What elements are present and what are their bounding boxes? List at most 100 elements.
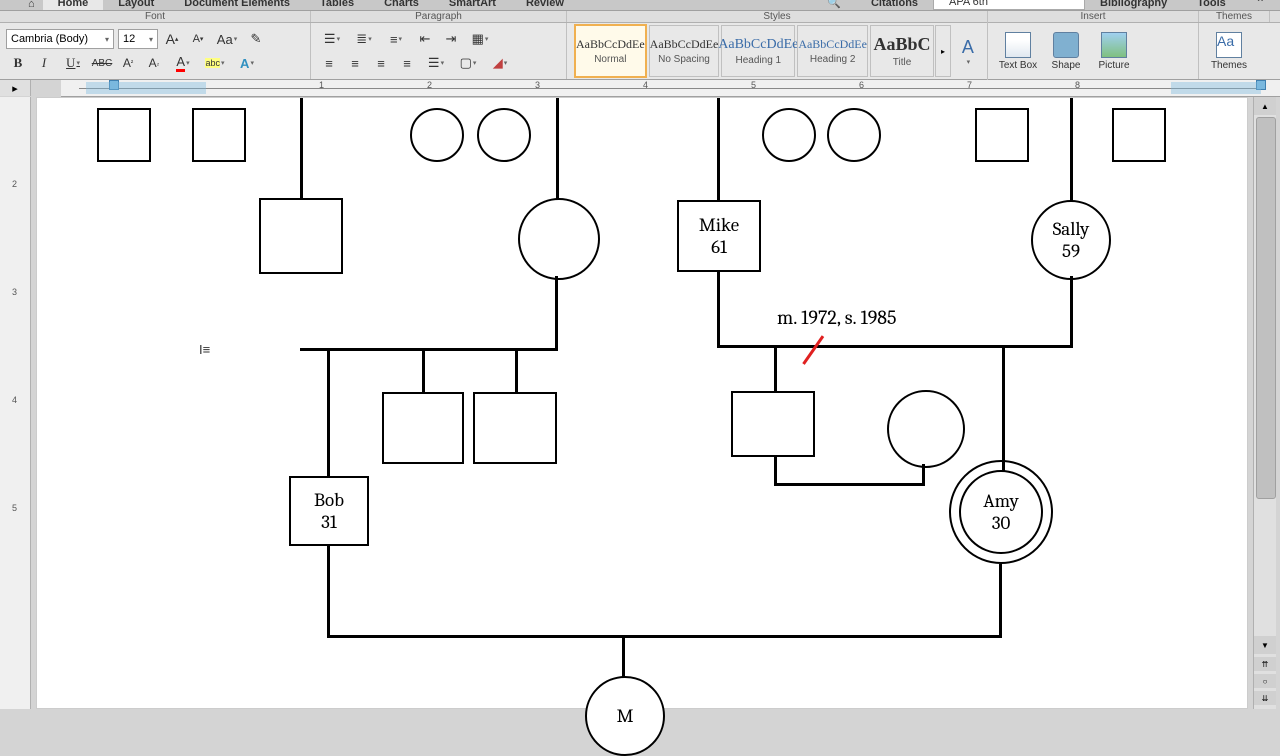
justify-button[interactable]: ≡ (395, 52, 419, 74)
browse-object-button[interactable]: ○ (1254, 674, 1276, 688)
female-circle[interactable] (410, 108, 464, 162)
female-circle[interactable] (887, 390, 965, 468)
tab-document-elements[interactable]: Document Elements (169, 0, 305, 10)
change-case-button[interactable]: Aa▾ (212, 28, 242, 50)
male-box[interactable] (259, 198, 343, 274)
numbering-button[interactable]: ≣▾ (349, 28, 379, 50)
scroll-up-button[interactable]: ▲ (1254, 97, 1276, 115)
mike-name: Mike (699, 214, 739, 236)
strikethrough-button[interactable]: ABC (90, 52, 114, 74)
vertical-scrollbar[interactable]: ▲ ▼ ⇈ ○ ⇊ (1253, 97, 1276, 709)
ruler-mark: 2 (427, 80, 432, 90)
line-spacing-button[interactable]: ☰▾ (421, 52, 451, 74)
styles-pane-button[interactable]: A▾ (955, 25, 981, 77)
ribbon-group-paragraph: ☰▾ ≣▾ ≡▾ ⇤ ⇥ ▦▾ ≡ ≡ ≡ ≡ ☰▾ ▢▾ ◢▾ (311, 23, 567, 79)
male-box[interactable] (192, 108, 246, 162)
shrink-font-button[interactable]: A▾ (186, 28, 210, 50)
female-circle[interactable] (827, 108, 881, 162)
italic-button[interactable]: I (32, 52, 56, 74)
increase-indent-button[interactable]: ⇥ (439, 28, 463, 50)
insert-picture-button[interactable]: Picture (1090, 25, 1138, 77)
align-right-button[interactable]: ≡ (369, 52, 393, 74)
sally-circle[interactable]: Sally 59 (1031, 200, 1111, 280)
ruler-toggle-button[interactable]: ▸ (0, 80, 31, 96)
borders-button[interactable]: ▢▾ (453, 52, 483, 74)
m-circle[interactable]: M (585, 676, 665, 756)
font-name-select[interactable]: Cambria (Body) (6, 29, 114, 49)
align-center-button[interactable]: ≡ (343, 52, 367, 74)
bob-name: Bob (314, 489, 344, 511)
tab-charts[interactable]: Charts (369, 0, 434, 10)
underline-button[interactable]: U▾ (58, 52, 88, 74)
subscript-button[interactable]: A₂ (142, 52, 166, 74)
decrease-indent-button[interactable]: ⇤ (413, 28, 437, 50)
shape-icon (1053, 32, 1079, 58)
grow-font-button[interactable]: A▴ (160, 28, 184, 50)
themes-icon: Aa (1216, 32, 1242, 58)
tab-review[interactable]: Review (511, 0, 579, 10)
scroll-down-button[interactable]: ▼ (1254, 636, 1276, 654)
tab-citations[interactable]: Citations (856, 0, 933, 10)
ruler-mark: 8 (1075, 80, 1080, 90)
search-icon[interactable]: 🔍 (812, 0, 856, 10)
themes-button[interactable]: Aa Themes (1205, 25, 1253, 77)
vertical-ruler[interactable]: 2 3 4 5 (0, 97, 31, 709)
female-circle[interactable] (762, 108, 816, 162)
collapse-ribbon-icon[interactable]: ⌃ (1241, 0, 1280, 10)
insert-textbox-button[interactable]: Text Box (994, 25, 1042, 77)
style-heading2[interactable]: AaBbCcDdEe Heading 2 (797, 25, 868, 77)
m-name: M (617, 705, 634, 727)
home-icon[interactable]: ⌂ (20, 0, 43, 10)
document-page[interactable]: Bob 31 Mike 61 Sally 59 m. 1972, s. 1985 (36, 97, 1248, 709)
male-box[interactable] (1112, 108, 1166, 162)
ruler-mark: 1 (319, 80, 324, 90)
clear-formatting-button[interactable]: ✎ (244, 28, 268, 50)
male-box[interactable] (975, 108, 1029, 162)
style-no-spacing[interactable]: AaBbCcDdEe No Spacing (649, 25, 720, 77)
style-normal[interactable]: AaBbCcDdEe Normal (574, 24, 647, 78)
citation-style-select[interactable]: APA 6th (933, 0, 1085, 10)
font-color-button[interactable]: A▾ (168, 52, 198, 74)
male-box[interactable] (473, 392, 557, 464)
tab-layout[interactable]: Layout (103, 0, 169, 10)
multilevel-button[interactable]: ≡▾ (381, 28, 411, 50)
columns-button[interactable]: ▦▾ (465, 28, 495, 50)
separation-mark[interactable] (802, 335, 824, 365)
marriage-text[interactable]: m. 1972, s. 1985 (777, 306, 896, 329)
tab-smartart[interactable]: SmartArt (434, 0, 511, 10)
ribbon-label-font: Font (0, 11, 311, 22)
style-title[interactable]: AaBbC Title (870, 25, 934, 77)
page-up-button[interactable]: ⇈ (1254, 657, 1276, 671)
textbox-icon (1005, 32, 1031, 58)
styles-more-button[interactable]: ▸ (935, 25, 951, 77)
picture-icon (1101, 32, 1127, 58)
mike-box[interactable]: Mike 61 (677, 200, 761, 272)
font-size-select[interactable]: 12 (118, 29, 158, 49)
ribbon-label-insert: Insert (988, 11, 1199, 22)
male-box[interactable] (731, 391, 815, 457)
bullets-button[interactable]: ☰▾ (317, 28, 347, 50)
shading-button[interactable]: ◢▾ (485, 52, 515, 74)
text-effects-button[interactable]: A▾ (232, 52, 262, 74)
highlight-button[interactable]: abc▾ (200, 52, 230, 74)
superscript-button[interactable]: A² (116, 52, 140, 74)
ribbon-group-themes: Aa Themes (1199, 23, 1269, 79)
tab-home[interactable]: Home (43, 0, 104, 10)
page-down-button[interactable]: ⇊ (1254, 691, 1276, 705)
amy-circle[interactable]: Amy 30 (959, 470, 1043, 554)
insert-shape-button[interactable]: Shape (1042, 25, 1090, 77)
male-box[interactable] (382, 392, 464, 464)
bold-button[interactable]: B (6, 52, 30, 74)
tab-tools[interactable]: Tools (1182, 0, 1241, 10)
align-left-button[interactable]: ≡ (317, 52, 341, 74)
bob-box[interactable]: Bob 31 (289, 476, 369, 546)
horizontal-ruler[interactable]: 1 2 3 4 5 6 7 8 (61, 80, 1280, 97)
tab-bibliography[interactable]: Bibliography (1085, 0, 1182, 10)
female-circle[interactable] (477, 108, 531, 162)
ribbon-label-themes: Themes (1199, 11, 1270, 22)
style-heading1[interactable]: AaBbCcDdEe Heading 1 (721, 25, 795, 77)
male-box[interactable] (97, 108, 151, 162)
tab-tables[interactable]: Tables (305, 0, 369, 10)
scroll-thumb[interactable] (1256, 117, 1276, 499)
female-circle[interactable] (518, 198, 600, 280)
